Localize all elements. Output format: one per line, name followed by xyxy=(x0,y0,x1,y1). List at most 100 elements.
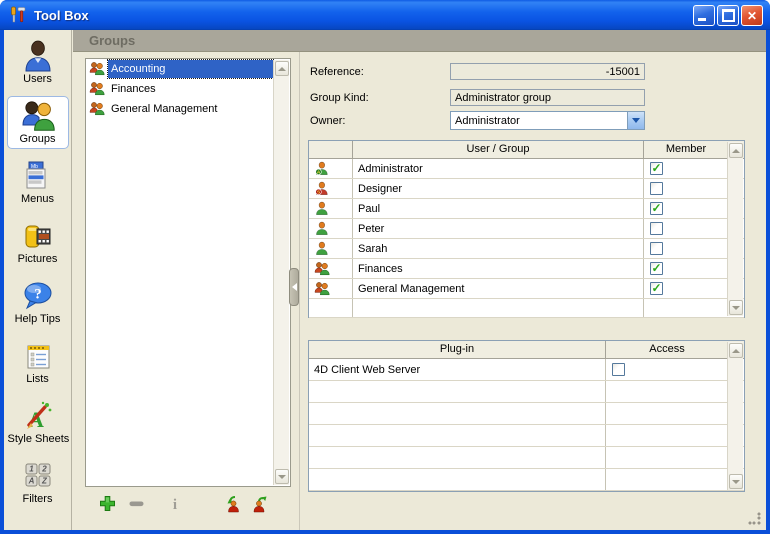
group-list-item[interactable]: Accounting xyxy=(86,59,290,79)
titlebar[interactable]: Tool Box xyxy=(0,0,770,30)
maximize-button[interactable] xyxy=(717,5,739,26)
scroll-up-icon[interactable] xyxy=(729,343,743,358)
owner-select[interactable]: Administrator xyxy=(450,111,645,130)
chevron-down-icon[interactable] xyxy=(627,112,644,129)
member-row[interactable]: Sarah xyxy=(309,239,744,259)
access-column-header: Access xyxy=(606,341,728,358)
user-group-column-header: User / Group xyxy=(353,141,644,158)
load-users-button[interactable] xyxy=(223,495,241,513)
sidebar-item-lists[interactable]: Lists xyxy=(7,336,69,389)
sidebar-item-groups[interactable]: Groups xyxy=(7,96,69,149)
member-name: General Management xyxy=(353,279,644,298)
group-list-item[interactable]: Finances xyxy=(86,79,290,99)
scroll-up-icon[interactable] xyxy=(275,61,289,76)
plugin-row[interactable]: 4D Client Web Server xyxy=(309,359,744,381)
plugin-column-header: Plug-in xyxy=(309,341,606,358)
member-checkbox[interactable] xyxy=(650,282,663,295)
reference-label: Reference: xyxy=(310,66,364,78)
plugins-table-scrollbar[interactable] xyxy=(727,342,743,490)
empty-row xyxy=(309,425,744,447)
svg-text:S: S xyxy=(317,190,320,195)
member-checkbox[interactable] xyxy=(650,202,663,215)
info-button: i xyxy=(169,495,187,513)
group-icon xyxy=(309,259,353,278)
group-icon xyxy=(89,101,106,117)
member-row[interactable]: Peter xyxy=(309,219,744,239)
member-checkbox[interactable] xyxy=(650,242,663,255)
close-button[interactable] xyxy=(741,5,763,26)
sidebar-item-filters[interactable]: 1 2 A Z Filters xyxy=(7,456,69,509)
minimize-button[interactable] xyxy=(693,5,715,26)
group-name: Finances xyxy=(108,80,273,98)
sidebar-item-label: Menus xyxy=(8,193,68,205)
plugins-table: Plug-in Access 4D Client Web Server xyxy=(308,340,745,492)
groups-list-rows: Accounting Finances General Management xyxy=(86,59,290,119)
sidebar-item-style-sheets[interactable]: A Style Sheets xyxy=(7,396,69,449)
member-row[interactable]: A Administrator xyxy=(309,159,744,179)
sidebar: Users Groups Mb Menus Pictures ? Help Ti… xyxy=(4,30,72,530)
members-table: User / Group Member A Administrator S De… xyxy=(308,140,745,318)
member-row[interactable]: Paul xyxy=(309,199,744,219)
window-title: Tool Box xyxy=(34,8,89,23)
access-checkbox[interactable] xyxy=(612,363,625,376)
sidebar-item-label: Users xyxy=(8,73,68,85)
group-icon xyxy=(309,279,353,298)
sidebar-item-label: Lists xyxy=(8,373,68,385)
scroll-up-icon[interactable] xyxy=(729,143,743,158)
plugins-table-body: 4D Client Web Server xyxy=(309,359,744,491)
splitter-handle[interactable] xyxy=(289,268,299,306)
owner-selected-value: Administrator xyxy=(451,115,627,127)
user-icon xyxy=(309,199,353,218)
groups-list-scrollbar[interactable] xyxy=(273,60,289,485)
style-sheets-icon: A xyxy=(8,399,68,433)
scroll-down-icon[interactable] xyxy=(729,300,743,315)
svg-text:A: A xyxy=(27,477,34,486)
sidebar-item-label: Style Sheets xyxy=(8,433,68,445)
sidebar-item-label: Filters xyxy=(8,493,68,505)
member-name: Sarah xyxy=(353,239,644,258)
member-checkbox[interactable] xyxy=(650,162,663,175)
sidebar-item-users[interactable]: Users xyxy=(7,36,69,89)
member-row[interactable]: S Designer xyxy=(309,179,744,199)
member-name: Peter xyxy=(353,219,644,238)
users-icon xyxy=(8,39,68,73)
svg-text:2: 2 xyxy=(41,465,47,474)
scroll-down-icon[interactable] xyxy=(729,474,743,489)
member-checkbox[interactable] xyxy=(650,222,663,235)
sidebar-item-menus[interactable]: Mb Menus xyxy=(7,156,69,209)
page-title: Groups xyxy=(89,33,135,48)
sidebar-item-help-tips[interactable]: ? Help Tips xyxy=(7,276,69,329)
group-icon xyxy=(89,61,106,77)
member-row[interactable]: General Management xyxy=(309,279,744,299)
group-kind-field[interactable] xyxy=(450,89,645,106)
group-icon xyxy=(89,81,106,97)
scroll-down-icon[interactable] xyxy=(275,469,289,484)
toolbox-window: Tool Box Users Groups Mb Menus xyxy=(0,0,770,534)
minus-icon xyxy=(128,503,145,515)
svg-text:?: ? xyxy=(34,287,42,303)
member-checkbox[interactable] xyxy=(650,182,663,195)
group-name: Accounting xyxy=(108,60,273,78)
svg-text:1: 1 xyxy=(29,465,34,474)
save-users-button[interactable] xyxy=(251,495,269,513)
members-table-body: A Administrator S Designer Paul Peter Sa… xyxy=(309,159,744,318)
plugins-table-header: Plug-in Access xyxy=(309,341,744,359)
sidebar-item-pictures[interactable]: Pictures xyxy=(7,216,69,269)
group-kind-label: Group Kind: xyxy=(310,92,369,104)
client-area: Users Groups Mb Menus Pictures ? Help Ti… xyxy=(4,30,766,530)
members-table-scrollbar[interactable] xyxy=(727,142,743,316)
member-checkbox[interactable] xyxy=(650,262,663,275)
resize-grip[interactable] xyxy=(748,512,761,525)
owner-label: Owner: xyxy=(310,115,345,127)
plugin-name: 4D Client Web Server xyxy=(309,359,606,380)
members-table-header: User / Group Member xyxy=(309,141,744,159)
member-name: Administrator xyxy=(353,159,644,178)
reference-field[interactable] xyxy=(450,63,645,80)
group-list-item[interactable]: General Management xyxy=(86,99,290,119)
member-name: Finances xyxy=(353,259,644,278)
groups-icon xyxy=(8,99,68,133)
member-row[interactable]: Finances xyxy=(309,259,744,279)
add-button[interactable] xyxy=(99,495,117,513)
panel-divider xyxy=(299,52,300,530)
user-icon xyxy=(309,239,353,258)
